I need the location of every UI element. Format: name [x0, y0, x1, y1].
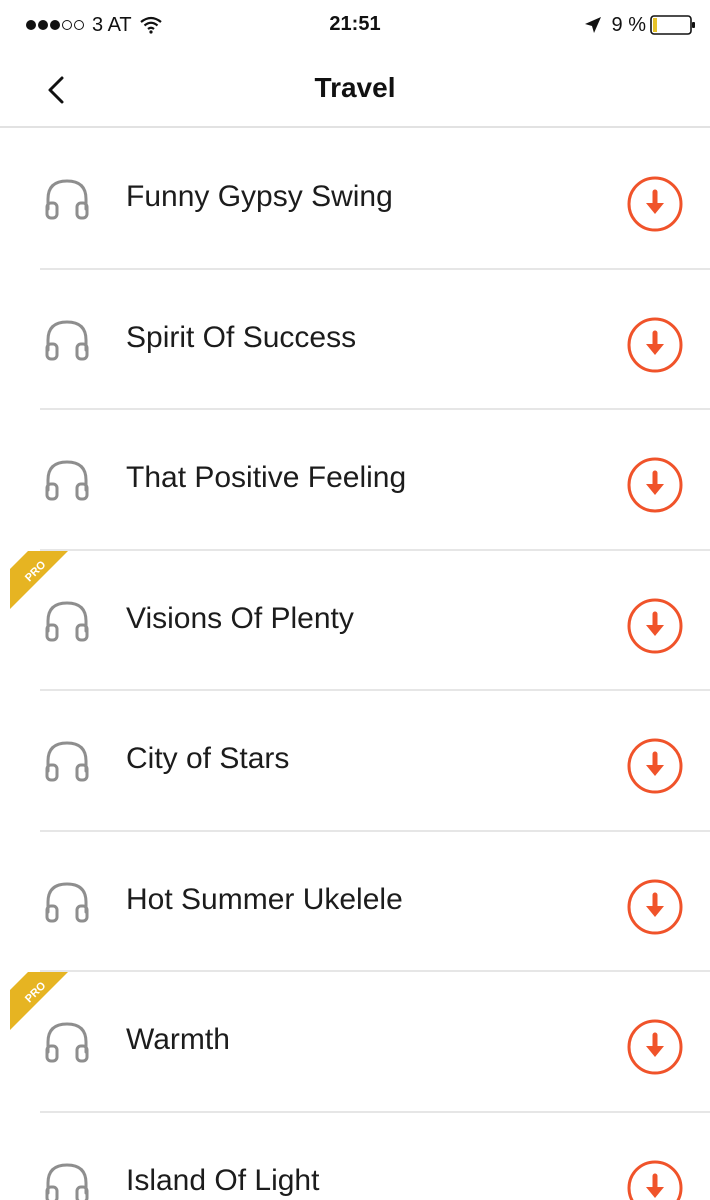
headphones-icon — [45, 1022, 89, 1063]
download-button[interactable] — [626, 878, 684, 936]
headphones-icon — [45, 600, 89, 641]
track-row[interactable]: Island Of Light — [0, 1113, 710, 1200]
track-title: Visions Of Plenty — [126, 601, 354, 635]
track-row[interactable]: Funny Gypsy Swing — [0, 129, 710, 270]
track-row[interactable]: Spirit Of Success — [0, 270, 710, 410]
headphones-icon — [45, 179, 89, 220]
download-button[interactable] — [626, 456, 684, 514]
headphones-icon — [45, 460, 89, 501]
track-title: Island Of Light — [126, 1163, 320, 1197]
track-title: Funny Gypsy Swing — [126, 180, 393, 213]
status-right: 9 % — [584, 13, 696, 37]
download-button[interactable] — [626, 1018, 684, 1076]
download-button[interactable] — [626, 175, 684, 233]
track-list: Funny Gypsy Swing Spirit Of Success That P… — [0, 129, 710, 1200]
status-bar: 3 AT 21:51 9 % — [0, 0, 710, 50]
track-row[interactable]: Hot Summer Ukelele — [0, 832, 710, 972]
track-title: City of Stars — [126, 742, 290, 775]
download-button[interactable] — [626, 597, 684, 655]
track-row[interactable]: City of Stars — [0, 691, 710, 832]
download-button[interactable] — [626, 737, 684, 795]
track-title: Hot Summer Ukelele — [126, 882, 403, 916]
headphones-icon — [45, 319, 89, 360]
track-row[interactable]: That Positive Feeling — [0, 410, 710, 551]
download-button[interactable] — [626, 316, 684, 374]
track-row[interactable]: PRO Warmth — [0, 972, 710, 1113]
nav-bar: Travel — [0, 50, 710, 128]
headphones-icon — [45, 881, 89, 922]
track-title: That Positive Feeling — [126, 461, 407, 494]
track-title: Spirit Of Success — [126, 320, 357, 354]
headphones-icon — [45, 741, 89, 782]
headphones-icon — [45, 1162, 89, 1200]
track-title: Warmth — [126, 1023, 230, 1056]
download-button[interactable] — [626, 1159, 684, 1200]
battery-icon — [650, 15, 695, 35]
location-arrow-icon — [584, 17, 601, 33]
battery-percent: 9 % — [611, 13, 646, 36]
page-title: Travel — [314, 72, 396, 103]
track-row[interactable]: PRO Visions Of Plenty — [0, 550, 710, 691]
